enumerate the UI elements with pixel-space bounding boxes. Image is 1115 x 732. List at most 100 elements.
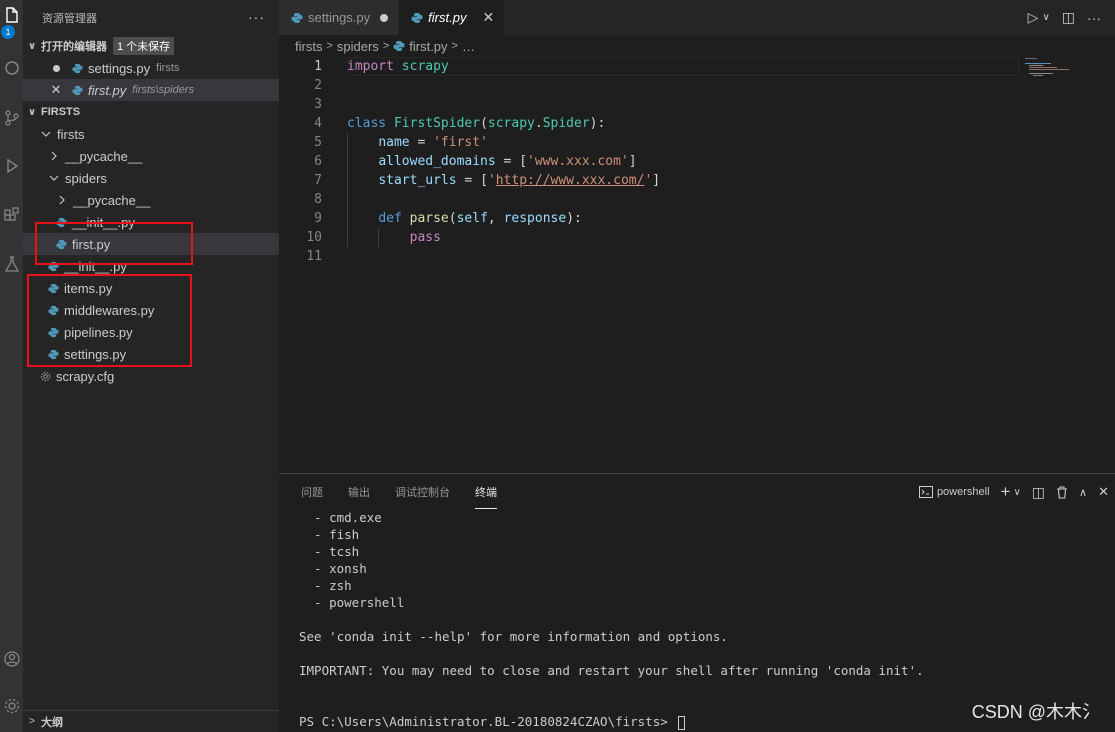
bottom-panel: 问题 输出 调试控制台 终端 powershell + ∨ ◫ ∧ ✕ - cm… <box>279 473 1115 732</box>
open-editors-title: 打开的编辑器 <box>41 41 107 53</box>
watermark: CSDN @木木氵 <box>971 702 1100 722</box>
code-text: start_urls = ['http://www.xxx.com/'] <box>378 173 661 188</box>
explorer-title: 资源管理器 <box>42 12 97 25</box>
tab-output[interactable]: 输出 <box>348 484 370 500</box>
tab-problems[interactable]: 问题 <box>301 484 323 500</box>
close-icon[interactable]: ✕ <box>49 82 63 98</box>
chevron-down-icon[interactable]: ∨ <box>1013 487 1020 498</box>
tree-folder-firsts[interactable]: firsts <box>23 123 279 145</box>
terminal-line: IMPORTANT: You may need to close and res… <box>299 663 924 678</box>
terminal-line: - tcsh <box>299 544 360 559</box>
files-icon[interactable] <box>0 4 23 26</box>
explorer-header: 资源管理器 ··· <box>23 0 279 35</box>
chevron-right-icon <box>47 151 61 161</box>
tree-folder-spiders[interactable]: spiders <box>23 167 279 189</box>
line-number: 6 <box>314 154 322 169</box>
unsaved-dot-icon[interactable] <box>49 64 63 72</box>
maximize-panel-icon[interactable]: ∧ <box>1079 486 1087 499</box>
account-icon[interactable] <box>0 648 23 670</box>
project-title: FIRSTS <box>41 106 81 118</box>
unsaved-badge: 1 个未保存 <box>113 37 175 55</box>
line-number: 4 <box>314 116 322 131</box>
breadcrumb-item[interactable]: firsts <box>295 39 322 54</box>
tab-debug-console[interactable]: 调试控制台 <box>395 484 450 500</box>
editor-tabs: settings.py first.py ✕ ▷ ∨ ◫ ··· <box>279 0 1115 35</box>
python-file-icon <box>291 12 303 24</box>
breadcrumb-item[interactable]: spiders <box>337 39 379 54</box>
terminal-line: - powershell <box>299 595 405 610</box>
chevron-down-icon: ∨ <box>27 40 37 52</box>
more-actions-icon[interactable]: ··· <box>248 9 265 25</box>
extensions-icon[interactable] <box>0 205 23 227</box>
close-panel-icon[interactable]: ✕ <box>1098 484 1109 500</box>
code-line: 7 start_urls = ['http://www.xxx.com/'] <box>279 171 1115 190</box>
code-line: 2 <box>279 76 1115 95</box>
terminal-prompt-line: PS C:\Users\Administrator.BL-20180824CZA… <box>299 713 924 730</box>
chevron-right-icon: > <box>451 40 458 52</box>
line-number: 7 <box>314 173 322 188</box>
terminal-prompt: PS C:\Users\Administrator.BL-20180824CZA… <box>299 714 676 729</box>
tree-label: __pycache__ <box>65 148 143 164</box>
code-line: 5 name = 'first' <box>279 133 1115 152</box>
tab-terminal[interactable]: 终端 <box>475 484 497 509</box>
terminal-output[interactable]: - cmd.exe - fish - tcsh - xonsh - zsh - … <box>299 509 924 730</box>
notification-badge: 1 <box>1 25 15 39</box>
tab-label: settings.py <box>308 10 371 25</box>
code-editor[interactable]: 1 import scrapy 2 3 4 class FirstSpider(… <box>279 57 1115 473</box>
trash-icon[interactable] <box>1056 485 1068 499</box>
code-line: 10 pass <box>279 228 1115 247</box>
terminal-shell-label[interactable]: powershell <box>937 486 990 498</box>
breadcrumb-item[interactable]: first.py <box>409 39 447 54</box>
split-terminal-icon[interactable]: ◫ <box>1032 484 1045 501</box>
terminal-line: - zsh <box>299 578 352 593</box>
tree-folder-pycache[interactable]: __pycache__ <box>23 145 279 167</box>
tab-settings[interactable]: settings.py <box>279 0 400 35</box>
unsaved-dot-icon[interactable] <box>380 13 389 22</box>
tab-first[interactable]: first.py ✕ <box>399 0 506 35</box>
search-icon[interactable] <box>0 57 23 79</box>
activity-bar: 1 <box>0 0 23 732</box>
breadcrumb: firsts > spiders > first.py > … <box>279 35 1115 57</box>
breadcrumb-item[interactable]: … <box>462 39 475 54</box>
outline-section[interactable]: > 大纲 <box>23 710 279 732</box>
python-file-icon <box>69 85 85 96</box>
tree-file-scrapy-cfg[interactable]: scrapy.cfg <box>23 365 279 387</box>
line-number: 11 <box>306 249 322 264</box>
open-editor-path: firsts <box>156 62 180 74</box>
settings-gear-icon[interactable] <box>0 695 23 717</box>
source-control-icon[interactable] <box>0 107 23 129</box>
open-editor-item-first[interactable]: ✕ first.py firsts\spiders <box>23 79 279 101</box>
testing-icon[interactable] <box>0 253 23 275</box>
code-text: pass <box>409 230 441 245</box>
open-editor-item-settings[interactable]: settings.py firsts <box>23 57 279 79</box>
panel-actions: powershell + ∨ ◫ ∧ ✕ <box>918 474 1109 510</box>
add-terminal-icon[interactable]: + <box>1001 482 1011 502</box>
terminal-icon <box>918 486 933 498</box>
run-debug-icon[interactable] <box>0 155 23 177</box>
tab-label: first.py <box>428 10 467 25</box>
split-editor-icon[interactable]: ◫ <box>1062 9 1075 26</box>
line-number: 9 <box>314 211 322 226</box>
open-editors-section[interactable]: ∨ 打开的编辑器 1 个未保存 <box>23 35 279 57</box>
close-icon[interactable]: ✕ <box>482 9 494 26</box>
chevron-down-icon[interactable]: ∨ <box>1042 12 1049 23</box>
terminal-line: See 'conda init --help' for more informa… <box>299 629 728 644</box>
tree-label: __pycache__ <box>73 192 151 208</box>
code-text: name = 'first' <box>378 135 488 150</box>
code-line: 9 def parse(self, response): <box>279 209 1115 228</box>
terminal-line: - xonsh <box>299 561 367 576</box>
run-icon[interactable]: ▷ <box>1028 9 1039 26</box>
tree-folder-pycache[interactable]: __pycache__ <box>23 189 279 211</box>
outline-title: 大纲 <box>41 716 63 729</box>
more-actions-icon[interactable]: ··· <box>1087 10 1101 26</box>
minimap[interactable] <box>1025 57 1070 97</box>
chevron-right-icon: > <box>382 40 390 52</box>
terminal-cursor[interactable] <box>678 715 686 730</box>
line-number: 3 <box>314 97 322 112</box>
project-section[interactable]: ∨ FIRSTS <box>23 101 279 123</box>
tree-label: scrapy.cfg <box>56 368 115 384</box>
